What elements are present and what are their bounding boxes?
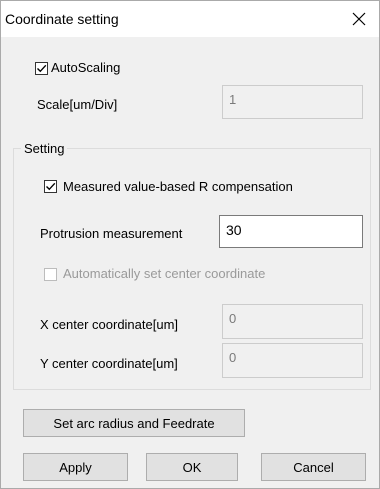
apply-button[interactable]: Apply [23,453,128,481]
checkmark-icon [37,64,47,73]
scale-label: Scale[um/Div] [37,97,118,112]
close-button[interactable] [339,1,379,37]
scale-input[interactable]: 1 [222,85,363,119]
autoscaling-label[interactable]: AutoScaling [51,60,120,75]
r-compensation-label[interactable]: Measured value-based R compensation [63,179,293,194]
coordinate-setting-dialog: Coordinate setting AutoScaling Scale[um/… [0,0,380,489]
x-center-label: X center coordinate[um] [40,317,179,332]
setting-group-legend: Setting [21,141,68,156]
set-arc-radius-button[interactable]: Set arc radius and Feedrate [23,409,245,437]
y-center-input[interactable]: 0 [222,343,363,378]
close-icon [352,12,366,26]
window-title: Coordinate setting [5,11,119,27]
x-center-input[interactable]: 0 [222,304,363,339]
cancel-button[interactable]: Cancel [261,453,366,481]
protrusion-label: Protrusion measurement [40,226,183,241]
checkmark-icon [46,182,56,191]
ok-button[interactable]: OK [146,453,238,481]
auto-center-label[interactable]: Automatically set center coordinate [63,266,265,281]
autoscaling-checkbox[interactable] [35,62,48,75]
r-compensation-checkbox[interactable] [44,180,57,193]
title-bar: Coordinate setting [1,1,379,37]
protrusion-input[interactable]: 30 [219,215,363,248]
auto-center-checkbox[interactable] [44,268,57,281]
y-center-label: Y center coordinate[um] [40,356,178,371]
